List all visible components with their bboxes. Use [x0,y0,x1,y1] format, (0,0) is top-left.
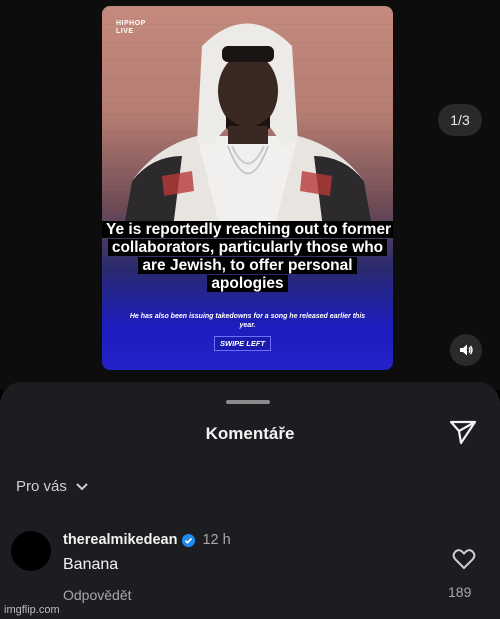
send-icon [449,420,477,445]
headline-text: Ye is reportedly reaching out to former … [102,221,393,292]
chevron-down-icon [76,482,88,490]
avatar[interactable] [11,531,51,571]
verified-badge-icon [182,533,196,547]
comments-sheet: Komentáře Pro vás therealmikedean 12 h B… [0,382,500,619]
sheet-title: Komentáře [205,424,295,443]
like-button[interactable] [452,548,476,570]
subline: He has also been issuing takedowns for a… [129,313,366,329]
reply-button[interactable]: Odpovědět [63,587,132,603]
comment-time: 12 h [202,532,231,548]
comment-header: therealmikedean 12 h [63,532,231,548]
post-image[interactable]: HIPHOP LIVE Ye is reportedly reaching ou… [102,6,393,370]
image-counter: 1/3 [438,104,482,136]
watermark: imgflip.com [4,604,60,616]
comment-text: Banana [63,556,119,573]
headline: Ye is reportedly reaching out to former … [102,221,393,293]
sound-button[interactable] [450,334,482,366]
send-button[interactable] [448,418,478,446]
comment-username[interactable]: therealmikedean [63,532,177,548]
comment-filter-dropdown[interactable]: Pro vás [16,478,89,495]
person-photo [122,23,374,236]
sheet-grabber[interactable] [226,400,270,404]
speaker-icon [460,344,473,356]
swipe-left-badge: SWIPE LEFT [214,336,271,351]
filter-label: Pro vás [16,478,67,495]
post-area: HIPHOP LIVE Ye is reportedly reaching ou… [0,0,500,390]
heart-icon [452,549,476,570]
like-count: 189 [448,584,472,600]
